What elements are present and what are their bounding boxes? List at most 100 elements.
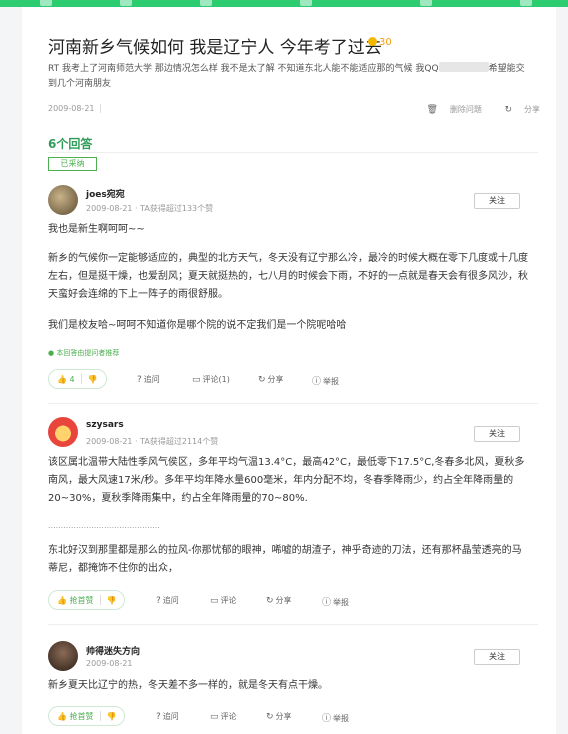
thumb-down-icon[interactable]: 👎 [107, 712, 117, 721]
question-actions: 🗑 删除问题 ↻ 分享 [406, 104, 540, 115]
divider [48, 624, 538, 625]
share-label: 分享 [275, 596, 292, 605]
share-button[interactable]: ↻ 分享 [258, 374, 284, 385]
avatar[interactable] [48, 641, 78, 671]
adopted-tag: 已采纳 [48, 157, 97, 171]
avatar[interactable] [48, 417, 78, 447]
question-description: RT 我考上了河南师范大学 那边情况怎么样 我不是太了解 不知道东北人能不能适应… [48, 62, 528, 92]
comment-label: 评论(1) [202, 375, 230, 384]
reward-value: 30 [379, 37, 392, 48]
answer-paragraph: 新乡夏天比辽宁的热，冬天差不多一样的，就是冬天有点干燥。 [48, 680, 328, 691]
nav-fragment[interactable] [300, 0, 312, 6]
share-question-link[interactable]: ↻ 分享 [494, 105, 540, 115]
answer-paragraph: 新乡的气候你一定能够适应的，典型的北方天气，冬天没有辽宁那么冷，最冷的时候大概在… [48, 253, 528, 300]
share-icon: ↻ [258, 375, 266, 385]
report-button[interactable]: ⓘ 举报 [322, 711, 349, 724]
like-label[interactable]: 抢首赞 [70, 711, 94, 722]
divider [80, 374, 82, 384]
ask-label: 追问 [162, 596, 179, 605]
like-label[interactable]: 抢首赞 [70, 595, 94, 606]
share-icon: ↻ [266, 712, 274, 722]
nav-fragment[interactable] [420, 0, 432, 6]
report-label: 举报 [323, 377, 340, 386]
share-label: 分享 [267, 375, 284, 384]
comment-icon: ▭ [192, 375, 201, 385]
divider [48, 152, 538, 153]
comment-label: 评论 [220, 712, 237, 721]
coin-icon [368, 37, 377, 46]
question-date: 2009-08-21 [48, 104, 95, 113]
delete-question-link[interactable]: 🗑 删除问题 [416, 105, 482, 115]
divider [99, 595, 101, 605]
answer-paragraph: 我也是新生啊呵呵~~ [48, 224, 145, 235]
answer-meta: 2009-08-21 · TA获得超过2114个赞 [86, 437, 219, 446]
answers-count: 6个回答 [48, 137, 93, 151]
question-page: 河南新乡气候如何 我是辽宁人 今年考了过去 30 RT 我考上了河南师范大学 那… [22, 7, 556, 734]
vote-box: 👍 抢首赞 👎 [48, 590, 126, 610]
divider [100, 104, 101, 113]
verified-icon: ● [48, 349, 55, 357]
answer-username[interactable]: 帅得迷失方向 [86, 644, 140, 657]
report-icon: ⓘ [322, 714, 332, 724]
follow-button[interactable]: 关注 [474, 193, 520, 209]
nav-fragment[interactable] [120, 0, 132, 6]
like-count[interactable]: 4 [70, 375, 75, 384]
redacted-block [438, 62, 489, 72]
answer-paragraph: 我们是校友哈~呵呵不知道你是哪个院的说不定我们是一个院呢哈哈 [48, 320, 347, 331]
divider [99, 711, 101, 721]
share-question-label: 分享 [524, 105, 540, 114]
vote-box: 👍 4 👎 [48, 369, 107, 389]
nav-fragment[interactable] [200, 0, 212, 6]
question-desc-part1: RT 我考上了河南师范大学 那边情况怎么样 我不是太了解 不知道东北人能不能适应… [48, 64, 439, 74]
report-button[interactable]: ⓘ 举报 [322, 595, 349, 608]
dotted-separator: ........................................… [48, 521, 160, 530]
share-icon: ↻ [266, 596, 274, 606]
answer-username[interactable]: joes宛宛 [86, 187, 125, 200]
thumb-down-icon[interactable]: 👎 [107, 596, 117, 605]
comment-label: 评论 [220, 596, 237, 605]
comment-button[interactable]: ▭ 评论(1) [192, 374, 230, 385]
answer-meta: 2009-08-21 [86, 659, 133, 668]
thumb-up-icon[interactable]: 👍 [57, 596, 67, 605]
share-button[interactable]: ↻ 分享 [266, 711, 292, 722]
thumb-up-icon[interactable]: 👍 [57, 712, 67, 721]
delete-question-label: 删除问题 [449, 105, 482, 114]
answer-paragraph: 东北好汉到那里都是那么的拉风-你那忧郁的眼神，唏嘘的胡渣子，神乎奇迹的刀法，还有… [48, 545, 522, 574]
comment-button[interactable]: ▭ 评论 [210, 595, 237, 606]
delete-icon: 🗑 [426, 105, 438, 115]
answer-username[interactable]: szysars [86, 420, 124, 430]
recommend-label: 本回答由提问者推荐 [56, 349, 120, 357]
ask-label: 追问 [162, 712, 179, 721]
follow-button[interactable]: 关注 [474, 649, 520, 665]
thumb-down-icon[interactable]: 👎 [88, 375, 98, 384]
report-label: 举报 [333, 598, 350, 607]
comment-icon: ▭ [210, 596, 219, 606]
share-label: 分享 [275, 712, 292, 721]
nav-fragment[interactable] [520, 0, 532, 6]
report-label: 举报 [333, 714, 350, 723]
ask-button[interactable]: ? 追问 [137, 374, 160, 385]
share-icon: ↻ [504, 105, 512, 115]
comment-button[interactable]: ▭ 评论 [210, 711, 237, 722]
question-icon: ? [137, 375, 142, 385]
report-button[interactable]: ⓘ 举报 [312, 374, 339, 387]
ask-button[interactable]: ? 追问 [156, 595, 179, 606]
share-button[interactable]: ↻ 分享 [266, 595, 292, 606]
vote-box: 👍 抢首赞 👎 [48, 706, 126, 726]
ask-label: 追问 [143, 375, 160, 384]
ask-button[interactable]: ? 追问 [156, 711, 179, 722]
thumb-up-icon[interactable]: 👍 [57, 375, 67, 384]
reward-badge: 30 [368, 37, 392, 48]
report-icon: ⓘ [322, 598, 332, 608]
question-icon: ? [156, 596, 161, 606]
question-icon: ? [156, 712, 161, 722]
answer-meta: 2009-08-21 · TA获得超过133个赞 [86, 204, 214, 213]
follow-button[interactable]: 关注 [474, 426, 520, 442]
comment-icon: ▭ [210, 712, 219, 722]
nav-fragment[interactable] [40, 0, 52, 6]
recommend-note: ● 本回答由提问者推荐 [48, 348, 119, 358]
divider [48, 403, 538, 404]
question-title: 河南新乡气候如何 我是辽宁人 今年考了过去 [48, 38, 382, 58]
avatar[interactable] [48, 185, 78, 215]
report-icon: ⓘ [312, 377, 322, 387]
